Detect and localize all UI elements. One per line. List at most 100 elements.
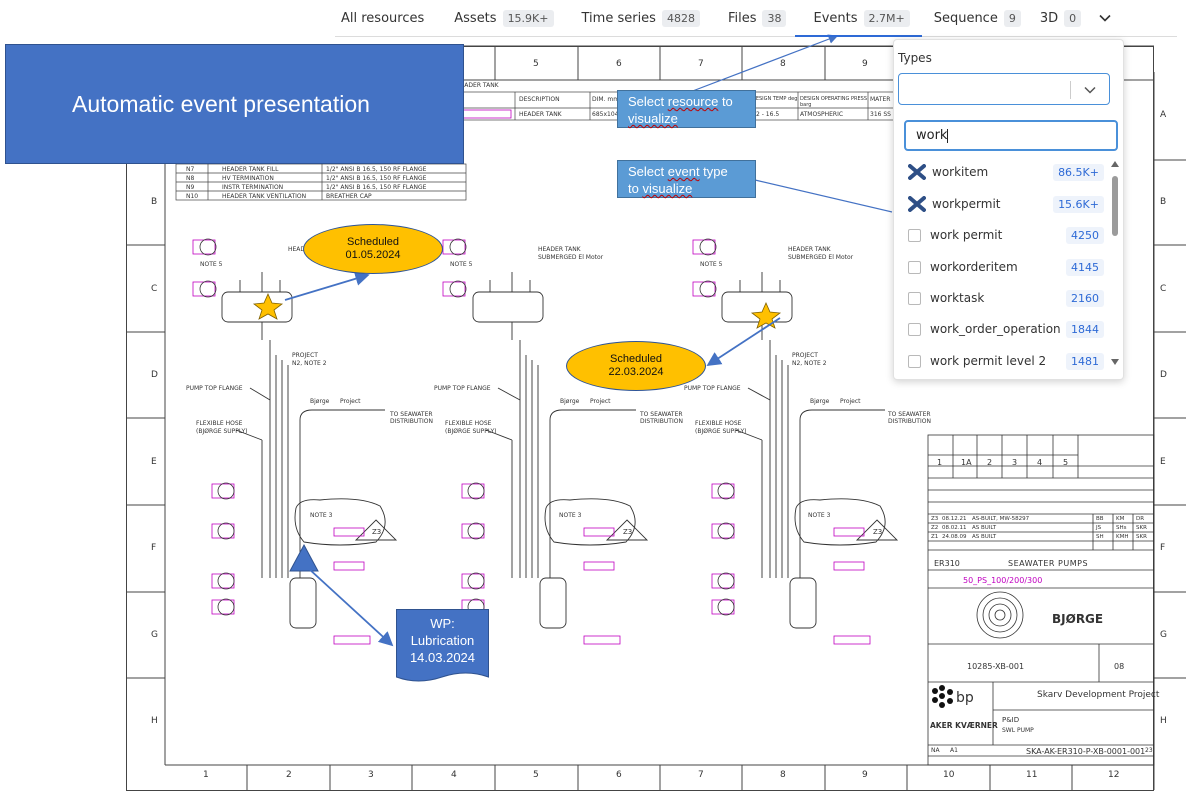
tab-count-badge: 38 [762, 9, 787, 27]
tab-assets[interactable]: Assets 15.9K+ [433, 0, 562, 36]
ruler-col-label: 5 [533, 770, 539, 780]
table-cell: HEADER TANK [519, 111, 562, 118]
option-count: 86.5K+ [1053, 163, 1104, 181]
type-option[interactable]: work permit 4250 [908, 224, 1104, 246]
event-status: Scheduled [610, 353, 662, 365]
tab-3d[interactable]: 3D 0 [1030, 0, 1090, 36]
callout-text: resource [667, 94, 719, 109]
header-tank-label: HEADER TANK [538, 246, 581, 253]
tab-all-resources[interactable]: All resources [335, 0, 433, 36]
ruler-row-label: G [151, 630, 158, 640]
table-header: MATER [870, 96, 891, 103]
more-tabs-chevron-icon[interactable] [1096, 0, 1114, 36]
note3-label: NOTE 3 [310, 512, 333, 519]
scrollbar-thumb[interactable] [1112, 176, 1118, 236]
scroll-up-icon[interactable] [1111, 160, 1119, 168]
scheduled-event-badge[interactable]: Scheduled 22.03.2024 [566, 341, 706, 391]
type-option[interactable]: work_order_operation 1844 [908, 318, 1104, 340]
type-option[interactable]: workpermit 15.6K+ [908, 193, 1104, 215]
tab-label: Events [813, 10, 858, 26]
tab-label: All resources [341, 10, 425, 26]
event-types-filter-panel: Types work workitem 86.5K+ workpermit 15… [893, 39, 1124, 380]
type-option[interactable]: workitem 86.5K+ [908, 161, 1104, 183]
accept-col: 1A [961, 458, 972, 467]
ruler-col-label: 6 [616, 59, 622, 69]
event-date: 01.05.2024 [345, 249, 401, 261]
supplier-name: BJØRGE [1052, 612, 1104, 626]
n2-note-label: N2, NOTE 2 [792, 360, 827, 367]
checkbox[interactable] [908, 260, 921, 274]
rev-by: SH [1096, 534, 1104, 540]
flex-hose-label: (BJØRGE SUPPLY) [445, 428, 497, 435]
checkbox[interactable] [908, 228, 921, 242]
tab-files[interactable]: Files 38 [709, 0, 796, 36]
nozzle-desc: HEADER TANK VENTILATION [222, 193, 307, 200]
type-option[interactable]: workorderitem 4145 [908, 256, 1104, 278]
pump-top-label: PUMP TOP FLANGE [434, 385, 491, 392]
callout-text: event [667, 164, 700, 179]
header-tank-label: HEADER TANK [788, 246, 831, 253]
types-select[interactable] [898, 73, 1110, 105]
options-scrollbar[interactable] [1111, 160, 1119, 370]
flex-hose-label: (BJØRGE SUPPLY) [196, 428, 248, 435]
project-note-label: PROJECT [792, 352, 818, 359]
tab-events[interactable]: Events 2.7M+ [795, 0, 922, 37]
accept-col: 3 [1012, 458, 1018, 467]
chevron-down-icon[interactable] [1084, 86, 1096, 94]
checked-x-icon [908, 164, 926, 180]
flex-hose-label: FLEXIBLE HOSE [445, 420, 492, 427]
checkbox[interactable] [908, 291, 921, 305]
ruler-col-label: 2 [286, 770, 292, 780]
tab-sequence[interactable]: Sequence 9 [922, 0, 1030, 36]
star-marker-icon [750, 302, 782, 329]
ruler-col-label: 7 [698, 59, 704, 69]
wp-date: 14.03.2024 [409, 650, 476, 665]
nozzle-conn: BREATHER CAP [326, 193, 372, 200]
workpermit-text: WP: Lubrication 14.03.2024 [396, 615, 489, 666]
accept-col: 1 [937, 458, 943, 467]
supplier-rev: 08 [1114, 662, 1125, 671]
checkbox[interactable] [908, 354, 921, 368]
rev-reason: AS-BUILT, MW-58297 [972, 516, 1030, 522]
aker-label: AKER KVÆRNER [930, 721, 998, 730]
scroll-down-icon[interactable] [1111, 358, 1119, 366]
scheduled-event-badge[interactable]: Scheduled 01.05.2024 [303, 224, 443, 274]
ruler-col-label: 4 [451, 770, 457, 780]
tab-label: Files [727, 10, 757, 26]
nozzle-desc: HEADER TANK FILL [222, 166, 279, 173]
banner-title: Automatic event presentation [72, 90, 370, 117]
project-note-label: PROJECT [292, 352, 318, 359]
checkbox[interactable] [908, 322, 921, 336]
star-marker-icon [252, 293, 284, 320]
accept-col: 5 [1063, 458, 1069, 467]
types-search-input[interactable]: work [904, 120, 1118, 151]
z3-label: Z3 [372, 528, 382, 536]
rev-app: SKR [1136, 525, 1147, 531]
table-header: DESCRIPTION [519, 96, 560, 103]
pump-top-label: PUMP TOP FLANGE [684, 385, 741, 392]
ruler-col-label: 7 [698, 770, 704, 780]
bp-logo-icon [932, 685, 953, 708]
option-label: work permit [930, 228, 1003, 242]
callout-text: to [628, 181, 643, 196]
callout-text: Select [628, 164, 668, 179]
workpermit-marker-icon [289, 543, 319, 572]
tab-count-badge: 2.7M+ [863, 9, 910, 27]
rev-date: 08.02.11 [942, 525, 967, 531]
wp-label: WP: [430, 616, 455, 631]
panel-title: Types [898, 51, 932, 65]
rev-chk: KMH [1116, 534, 1129, 540]
type-option[interactable]: worktask 2160 [908, 287, 1104, 309]
type-option[interactable]: work permit level 2 1481 [908, 350, 1104, 372]
ruler-col-label: 12 [1108, 770, 1120, 780]
project-name: Skarv Development Project [1037, 690, 1160, 700]
option-label: workitem [932, 165, 989, 179]
ruler-col-label: 1 [203, 770, 209, 780]
option-count: 15.6K+ [1053, 195, 1104, 213]
option-label: workpermit [932, 197, 1001, 211]
rev-id: Z1 [931, 534, 939, 540]
tab-time-series[interactable]: Time series 4828 [563, 0, 709, 36]
ruler-col-label: 9 [862, 770, 868, 780]
accept-col: 2 [987, 458, 993, 467]
drawing-title: P&ID [1002, 716, 1020, 724]
